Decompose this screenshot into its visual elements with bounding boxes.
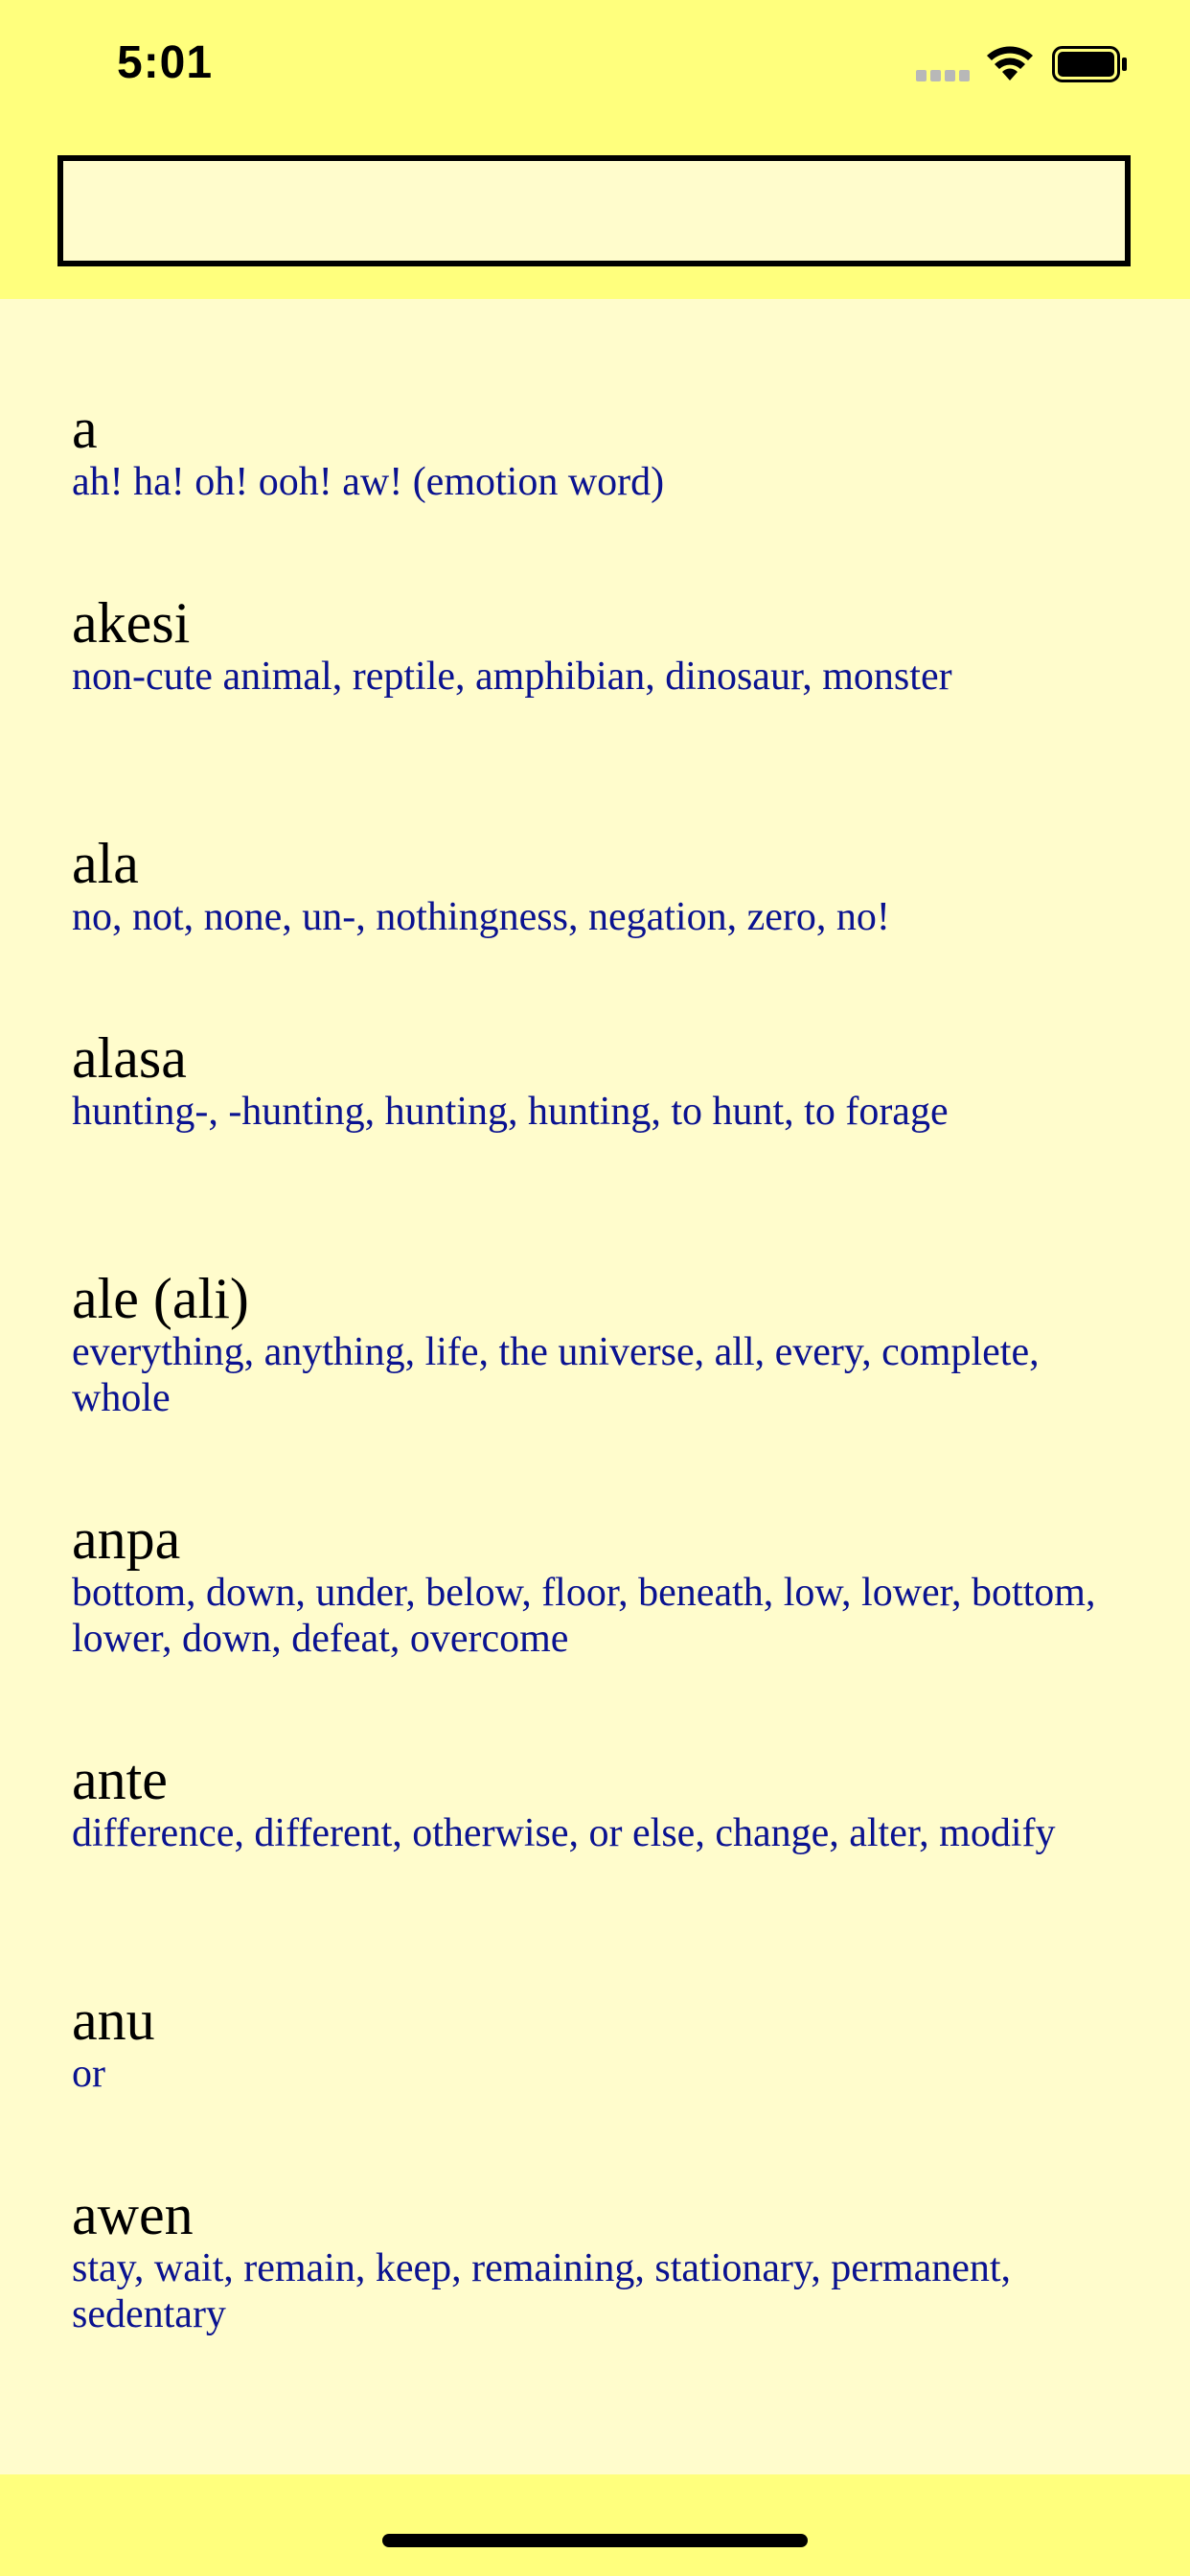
- list-item[interactable]: ala no, not, none, un-, nothingness, neg…: [72, 833, 1126, 940]
- entry-word: anpa: [72, 1507, 181, 1571]
- list-item[interactable]: a ah! ha! oh! ooh! aw! (emotion word): [72, 398, 1126, 505]
- entry-definition: stay, wait, remain, keep, remaining, sta…: [72, 2246, 1012, 2336]
- entry-word: awen: [72, 2183, 194, 2246]
- entry-definition: difference, different, otherwise, or els…: [72, 1811, 1056, 1855]
- wifi-icon: [987, 46, 1033, 80]
- home-indicator[interactable]: [382, 2534, 808, 2547]
- entry-word: ale (ali): [72, 1267, 249, 1330]
- entry-definition: hunting-, -hunting, hunting, hunting, to…: [72, 1090, 949, 1134]
- battery-icon: [1052, 46, 1127, 82]
- entry-definition: everything, anything, life, the universe…: [72, 1330, 1040, 1420]
- status-time: 5:01: [117, 37, 214, 88]
- list-item[interactable]: alasa hunting-, -hunting, hunting, hunti…: [72, 1027, 1126, 1135]
- list-item[interactable]: akesi non-cute animal, reptile, amphibia…: [72, 592, 1126, 700]
- entry-word: anu: [72, 1989, 155, 2052]
- entry-word: ante: [72, 1748, 168, 1811]
- entry-definition: ah! ha! oh! ooh! aw! (emotion word): [72, 460, 665, 504]
- list-item[interactable]: anu or: [72, 1990, 1126, 2097]
- list-item[interactable]: ale (ali) everything, anything, life, th…: [72, 1268, 1126, 1421]
- list-item[interactable]: anpa bottom, down, under, below, floor, …: [72, 1508, 1126, 1662]
- list-item[interactable]: awen stay, wait, remain, keep, remaining…: [72, 2184, 1126, 2337]
- entry-definition: or: [72, 2052, 105, 2096]
- entry-definition: bottom, down, under, below, floor, benea…: [72, 1571, 1096, 1661]
- entry-word: akesi: [72, 591, 191, 655]
- top-bar: 5:01: [0, 0, 1190, 299]
- entry-word: ala: [72, 832, 139, 895]
- word-list[interactable]: a ah! ha! oh! ooh! aw! (emotion word) ak…: [0, 299, 1190, 2474]
- entry-definition: no, not, none, un-, nothingness, negatio…: [72, 895, 890, 939]
- entry-word: a: [72, 397, 98, 460]
- bottom-bar: [0, 2474, 1190, 2576]
- list-item[interactable]: ante difference, different, otherwise, o…: [72, 1749, 1126, 1856]
- entry-definition: non-cute animal, reptile, amphibian, din…: [72, 655, 952, 699]
- entry-word: alasa: [72, 1026, 187, 1090]
- cellular-signal-icon: [916, 70, 972, 81]
- search-input[interactable]: [57, 155, 1131, 266]
